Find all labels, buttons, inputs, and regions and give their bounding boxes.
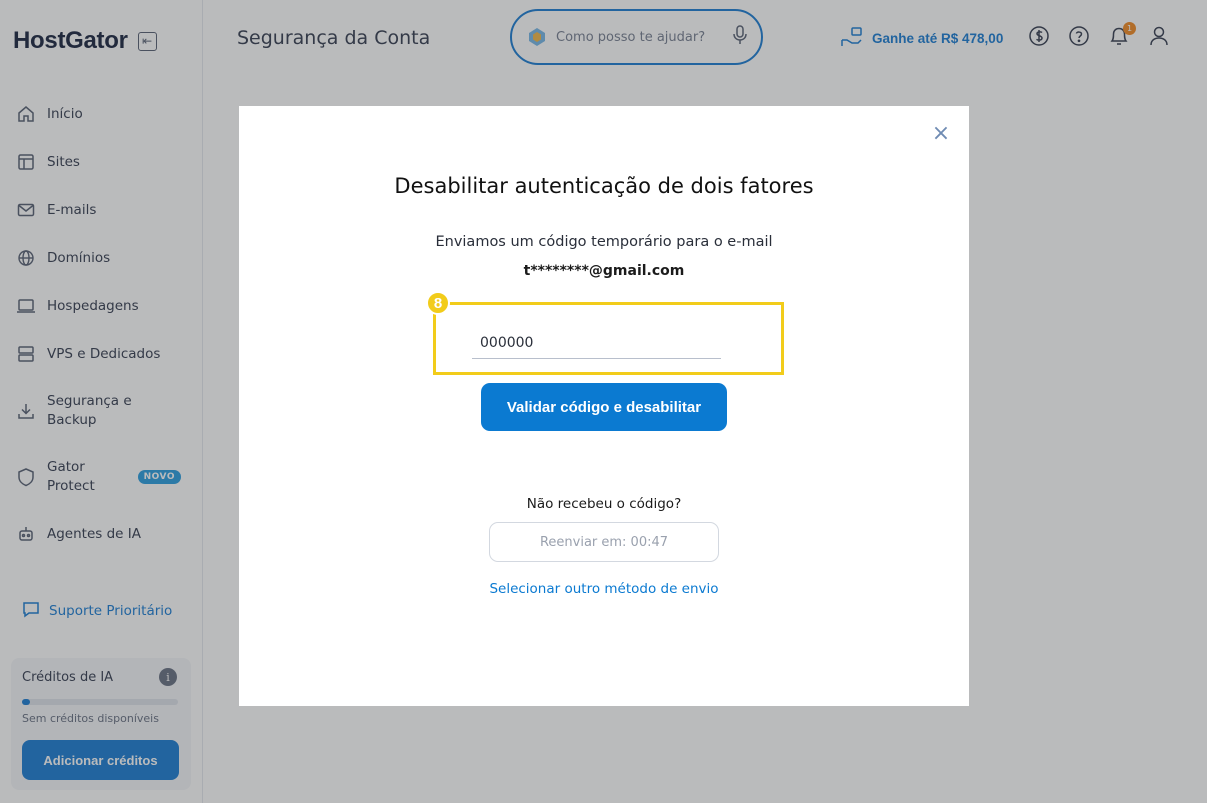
step-number-badge: 8 xyxy=(426,291,450,315)
disable-2fa-modal: × Desabilitar autenticação de dois fator… xyxy=(239,106,969,706)
modal-description: Enviamos um código temporário para o e-m… xyxy=(435,234,773,250)
select-other-method-link[interactable]: Selecionar outro método de envio xyxy=(239,581,969,597)
code-not-received-text: Não recebeu o código? xyxy=(526,496,682,512)
resend-code-button[interactable]: Reenviar em: 00:47 xyxy=(489,522,719,562)
validate-and-disable-button[interactable]: Validar código e desabilitar xyxy=(481,383,727,431)
verification-code-input[interactable] xyxy=(472,327,721,359)
masked-email: t********@gmail.com xyxy=(523,263,685,279)
modal-title: Desabilitar autenticação de dois fatores xyxy=(394,174,814,198)
close-icon[interactable]: × xyxy=(931,123,951,145)
